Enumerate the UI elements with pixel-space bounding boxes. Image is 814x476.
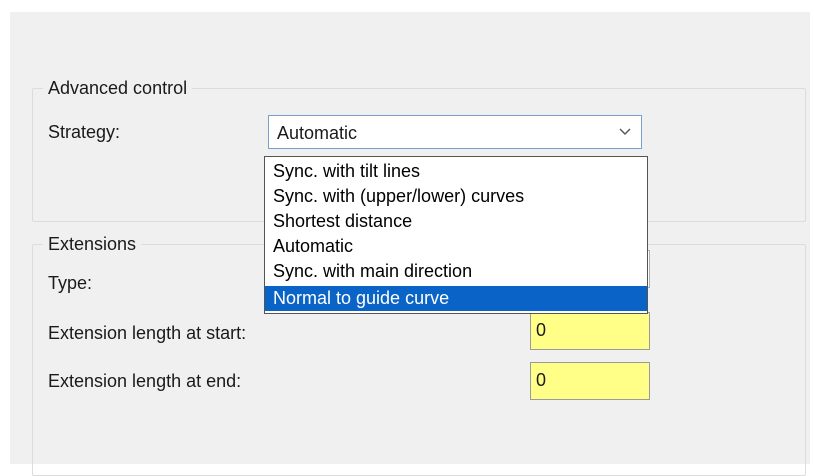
extension-start-label: Extension length at start: xyxy=(48,323,247,343)
strategy-combobox[interactable]: Automatic xyxy=(268,115,642,149)
chevron-down-icon[interactable] xyxy=(617,124,633,140)
strategy-dropdown-list: Sync. with tilt lines Sync. with (upper/… xyxy=(264,156,648,314)
option-shortest-distance[interactable]: Shortest distance xyxy=(265,209,647,234)
strategy-label: Strategy: xyxy=(48,122,121,142)
option-automatic[interactable]: Automatic xyxy=(265,234,647,259)
extension-start-value: 0 xyxy=(536,320,547,340)
strategy-value: Automatic xyxy=(277,123,358,143)
extensions-title: Extensions xyxy=(43,233,142,255)
option-normal-to-guide-curve[interactable]: Normal to guide curve xyxy=(265,286,647,311)
type-label: Type: xyxy=(48,273,93,293)
option-sync-main-direction[interactable]: Sync. with main direction xyxy=(265,259,647,284)
extension-end-label: Extension length at end: xyxy=(48,371,242,391)
advanced-control-title: Advanced control xyxy=(43,77,193,99)
extension-start-field[interactable]: 0 xyxy=(530,312,650,350)
option-sync-upper-lower-curves[interactable]: Sync. with (upper/lower) curves xyxy=(265,184,647,209)
option-sync-tilt-lines[interactable]: Sync. with tilt lines xyxy=(265,159,647,184)
extension-end-value: 0 xyxy=(536,370,547,390)
extension-end-field[interactable]: 0 xyxy=(530,362,650,400)
